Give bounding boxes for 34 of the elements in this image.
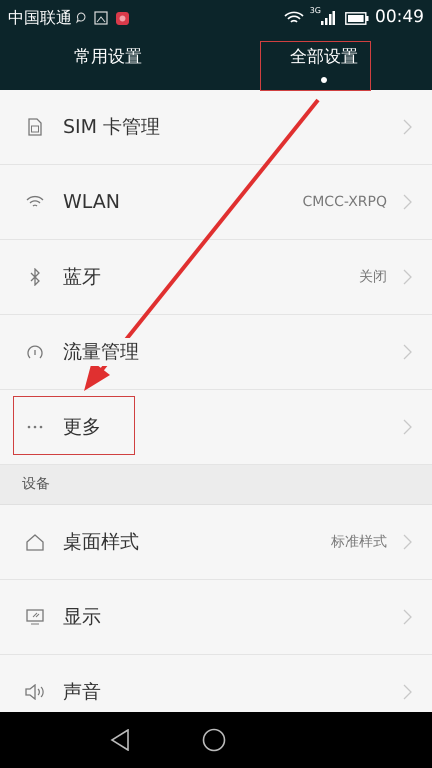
app-icon [116, 12, 129, 24]
speaker-icon [25, 684, 45, 700]
home-button-icon[interactable] [202, 728, 226, 752]
row-value: CMCC-XRPQ [302, 192, 387, 212]
chat-icon [76, 12, 86, 24]
chevron-right-icon [403, 534, 412, 550]
gauge-icon [26, 344, 44, 360]
tab[interactable]: 常用设置 [0, 36, 216, 90]
tab[interactable]: 全部设置 [216, 36, 432, 90]
section-header: 设备 [0, 465, 432, 505]
display-icon [26, 608, 44, 626]
chevron-right-icon [403, 269, 412, 285]
signal-icon [321, 11, 335, 25]
row-value: 关闭 [359, 268, 387, 286]
row-label: 流量管理 [63, 338, 139, 366]
wifi-icon [26, 195, 44, 209]
clock: 00:49 [375, 6, 424, 30]
carrier-name: 中国联通 [8, 7, 72, 29]
image-icon [94, 11, 108, 25]
chevron-right-icon [403, 194, 412, 210]
home-icon [26, 533, 44, 551]
row-value: 标准样式 [331, 532, 387, 552]
sim-card-icon [28, 118, 42, 136]
back-icon[interactable] [110, 729, 130, 751]
network-type: 3G [310, 5, 321, 17]
bluetooth-icon [29, 268, 41, 286]
chevron-right-icon [403, 344, 412, 360]
wifi-icon [284, 11, 304, 25]
chevron-right-icon [403, 609, 412, 625]
more-icon [27, 425, 43, 429]
battery-icon [345, 12, 369, 24]
chevron-right-icon [403, 684, 412, 700]
chevron-right-icon [403, 119, 412, 135]
chevron-right-icon [403, 419, 412, 435]
